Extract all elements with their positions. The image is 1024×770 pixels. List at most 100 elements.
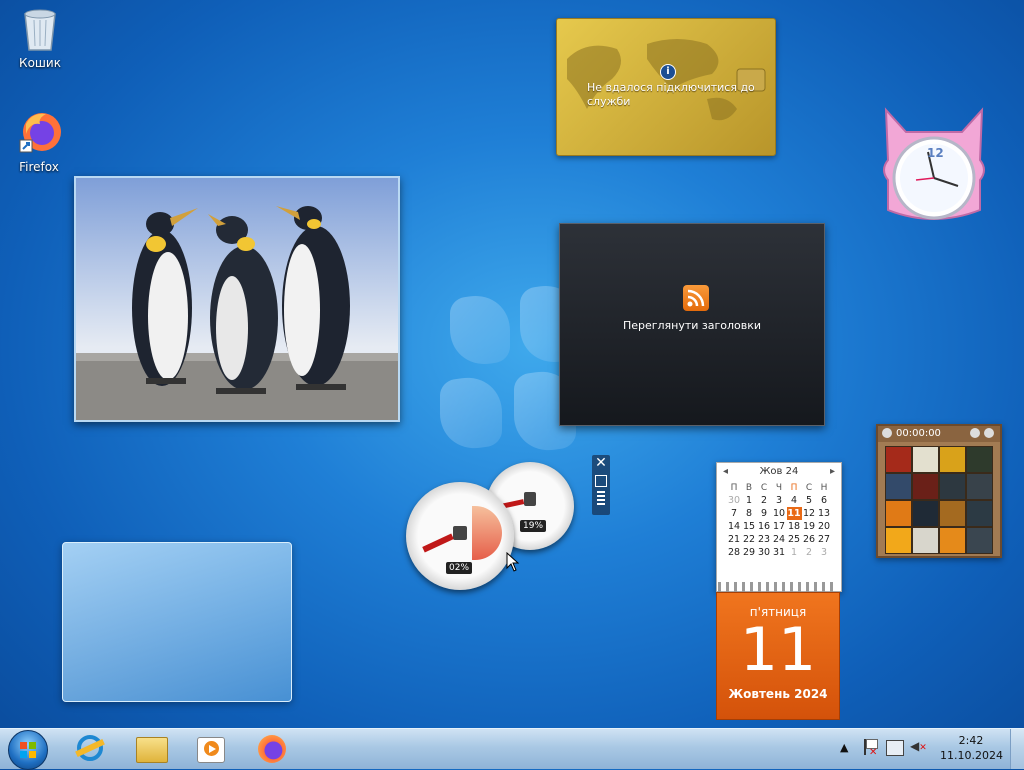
weekday-label: Н bbox=[820, 482, 828, 493]
picture-puzzle-gadget[interactable]: 00:00:00 bbox=[876, 424, 1002, 558]
calendar-day[interactable]: 1 bbox=[787, 546, 802, 559]
next-month-arrow-icon[interactable]: ▸ bbox=[830, 463, 835, 481]
calendar-day[interactable]: 17 bbox=[772, 520, 787, 533]
calendar-day[interactable]: 25 bbox=[787, 533, 802, 546]
calendar-day[interactable]: 19 bbox=[802, 520, 817, 533]
firefox-icon bbox=[258, 735, 286, 763]
cpu-gauge: 02% bbox=[406, 482, 514, 590]
clock-gadget[interactable]: 12 bbox=[876, 100, 992, 226]
calendar-spiral bbox=[718, 582, 838, 592]
puzzle-tile[interactable] bbox=[966, 527, 993, 554]
puzzle-timer: 00:00:00 bbox=[896, 428, 941, 439]
calendar-day[interactable]: 3 bbox=[817, 546, 832, 559]
calendar-day[interactable]: 30 bbox=[727, 494, 742, 507]
action-center-flag-icon[interactable]: ✕ bbox=[862, 739, 878, 758]
resize-icon[interactable] bbox=[595, 475, 607, 487]
calendar-day[interactable]: 18 bbox=[787, 520, 802, 533]
puzzle-tile[interactable] bbox=[912, 473, 939, 500]
puzzle-tile[interactable] bbox=[885, 527, 912, 554]
taskbar-firefox[interactable] bbox=[244, 731, 298, 767]
calendar-day[interactable]: 9 bbox=[757, 507, 772, 520]
puzzle-tile[interactable] bbox=[966, 500, 993, 527]
puzzle-tile[interactable] bbox=[885, 500, 912, 527]
empty-glass-gadget[interactable] bbox=[62, 542, 292, 702]
help-icon[interactable] bbox=[970, 428, 980, 438]
calendar-day[interactable]: 28 bbox=[727, 546, 742, 559]
restart-icon[interactable] bbox=[984, 428, 994, 438]
calendar-day[interactable]: 14 bbox=[727, 520, 742, 533]
puzzle-tile[interactable] bbox=[939, 527, 966, 554]
desktop-icon-label: Firefox bbox=[19, 160, 59, 174]
clock-date[interactable]: 11.10.2024 bbox=[940, 749, 1003, 762]
calendar-day[interactable]: 23 bbox=[757, 533, 772, 546]
calendar-day[interactable]: 13 bbox=[817, 507, 832, 520]
calendar-day-today[interactable]: 11 bbox=[786, 507, 802, 520]
view-headlines-link[interactable]: Переглянути заголовки bbox=[560, 319, 824, 332]
gadget-controls: ✕ bbox=[592, 455, 610, 515]
explorer-icon bbox=[136, 737, 168, 763]
calendar-gadget[interactable]: ◂ Жов 24 ▸ П В С Ч П С Н 30 1 2 3 4 5 6 … bbox=[716, 462, 842, 592]
cat-clock-face bbox=[883, 107, 985, 220]
calendar-day[interactable]: 22 bbox=[742, 533, 757, 546]
rss-icon bbox=[683, 285, 709, 311]
prev-month-arrow-icon[interactable]: ◂ bbox=[723, 463, 728, 481]
calendar-day[interactable]: 29 bbox=[742, 546, 757, 559]
puzzle-tile[interactable] bbox=[912, 500, 939, 527]
calendar-day[interactable]: 8 bbox=[742, 507, 757, 520]
calendar-day[interactable]: 5 bbox=[802, 494, 817, 507]
calendar-day[interactable]: 3 bbox=[772, 494, 787, 507]
cpu-meter-gadget[interactable]: 19% 02% bbox=[406, 458, 582, 592]
close-icon[interactable]: ✕ bbox=[592, 455, 610, 471]
desktop-icon-label: Кошик bbox=[19, 56, 61, 70]
drag-handle-icon[interactable] bbox=[597, 491, 605, 505]
calendar-day[interactable]: 30 bbox=[757, 546, 772, 559]
calendar-day[interactable]: 20 bbox=[817, 520, 832, 533]
start-orb[interactable] bbox=[8, 730, 48, 770]
calendar-day[interactable]: 31 bbox=[772, 546, 787, 559]
taskbar-internet-explorer[interactable] bbox=[64, 731, 118, 767]
volume-muted-icon[interactable]: ◀✕ bbox=[910, 739, 927, 753]
taskbar-explorer[interactable] bbox=[124, 731, 178, 767]
month-year: Жовтень 2024 bbox=[728, 687, 828, 701]
network-icon[interactable] bbox=[886, 740, 904, 756]
calendar-day[interactable]: 6 bbox=[817, 494, 832, 507]
calendar-day[interactable]: 10 bbox=[772, 507, 787, 520]
media-player-icon bbox=[197, 737, 225, 763]
desktop-icon-recycle-bin[interactable]: Кошик bbox=[5, 6, 75, 70]
puzzle-tile[interactable] bbox=[939, 500, 966, 527]
puzzle-tile[interactable] bbox=[939, 446, 966, 473]
calendar-day[interactable]: 2 bbox=[802, 546, 817, 559]
tear-off-calendar[interactable]: п'ятниця 11 Жовтень 2024 bbox=[716, 592, 840, 720]
puzzle-tile[interactable] bbox=[939, 473, 966, 500]
cpu-percent: 02% bbox=[446, 562, 473, 574]
calendar-day[interactable]: 27 bbox=[817, 533, 832, 546]
slideshow-gadget[interactable] bbox=[74, 176, 400, 422]
feed-gadget[interactable]: i Не вдалося підключитися до служби bbox=[556, 18, 776, 156]
calendar-day[interactable]: 2 bbox=[757, 494, 772, 507]
calendar-day[interactable]: 4 bbox=[787, 494, 802, 507]
calendar-day[interactable]: 21 bbox=[727, 533, 742, 546]
show-hidden-icons-arrow[interactable]: ▲ bbox=[840, 741, 848, 754]
calendar-month: Жов 24 bbox=[759, 466, 799, 477]
headlines-gadget[interactable]: Переглянути заголовки bbox=[559, 223, 825, 426]
calendar-day[interactable]: 12 bbox=[802, 507, 817, 520]
calendar-day[interactable]: 7 bbox=[727, 507, 742, 520]
calendar-day[interactable]: 15 bbox=[742, 520, 757, 533]
puzzle-tile[interactable] bbox=[912, 527, 939, 554]
calendar-day[interactable]: 26 bbox=[802, 533, 817, 546]
clock-time[interactable]: 2:42 bbox=[948, 734, 994, 747]
puzzle-tile[interactable] bbox=[885, 473, 912, 500]
weekday-label: П bbox=[730, 482, 738, 493]
calendar-day[interactable]: 16 bbox=[757, 520, 772, 533]
puzzle-tile[interactable] bbox=[966, 473, 993, 500]
calendar-day[interactable]: 24 bbox=[772, 533, 787, 546]
desktop-icon-firefox[interactable]: Firefox bbox=[4, 110, 74, 174]
weekday-label: Ч bbox=[775, 482, 783, 493]
puzzle-tile[interactable] bbox=[912, 446, 939, 473]
calendar-day[interactable]: 1 bbox=[742, 494, 757, 507]
puzzle-tile[interactable] bbox=[885, 446, 912, 473]
show-desktop-button[interactable] bbox=[1010, 729, 1024, 769]
feed-error-message: Не вдалося підключитися до служби bbox=[587, 81, 755, 108]
puzzle-tile[interactable] bbox=[966, 446, 993, 473]
taskbar-media-player[interactable] bbox=[184, 731, 238, 767]
